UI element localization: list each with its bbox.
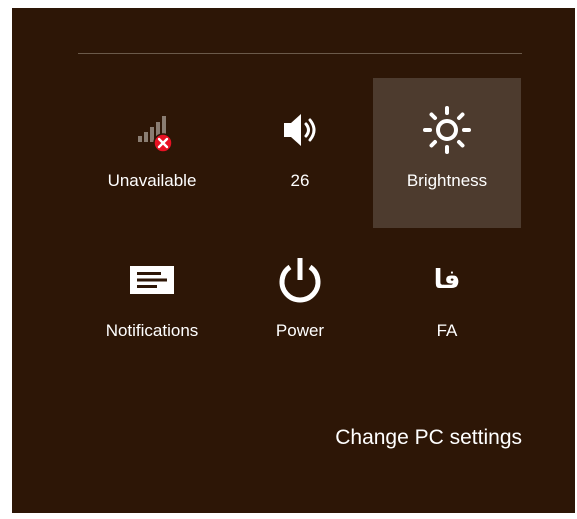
network-label: Unavailable — [107, 171, 197, 190]
brightness-tile[interactable]: Brightness — [373, 78, 521, 228]
change-pc-settings-link[interactable]: Change PC settings — [335, 426, 522, 450]
brightness-label: Brightness — [406, 171, 488, 190]
power-tile[interactable]: Power — [226, 228, 374, 378]
notifications-label: Notifications — [105, 321, 199, 340]
keyboard-language-icon: فا — [373, 256, 521, 304]
power-icon — [226, 256, 374, 304]
divider — [78, 53, 522, 54]
brightness-icon — [373, 106, 521, 154]
notifications-icon — [78, 256, 226, 304]
keyboard-language-tile[interactable]: فا FA — [373, 228, 521, 378]
network-unavailable-icon — [78, 106, 226, 154]
power-label: Power — [275, 321, 325, 340]
notifications-tile[interactable]: Notifications — [78, 228, 226, 378]
volume-tile[interactable]: 26 — [226, 78, 374, 228]
language-glyph: فا — [433, 265, 461, 295]
keyboard-language-label: FA — [436, 321, 458, 340]
network-tile[interactable]: Unavailable — [78, 78, 226, 228]
volume-icon — [226, 106, 374, 154]
volume-label: 26 — [290, 171, 310, 190]
settings-panel: Unavailable 26 Brightness Notifications … — [12, 8, 575, 513]
